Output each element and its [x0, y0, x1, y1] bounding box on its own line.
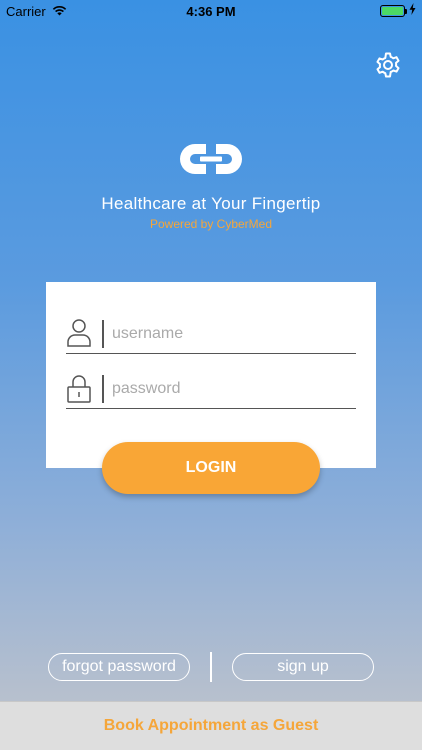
tagline: Healthcare at Your Fingertip — [101, 194, 321, 213]
app-logo — [178, 140, 244, 178]
password-field — [66, 357, 356, 409]
username-field — [66, 302, 356, 354]
link-logo-icon — [180, 144, 242, 174]
footer-divider — [210, 652, 212, 682]
battery-fill — [382, 6, 403, 15]
field-divider — [102, 375, 104, 403]
book-as-guest-button[interactable]: Book Appointment as Guest — [0, 701, 422, 750]
lock-icon — [66, 373, 92, 403]
login-card — [46, 282, 376, 468]
status-time: 4:36 PM — [186, 4, 236, 19]
gear-icon — [376, 52, 400, 78]
charging-bolt-icon — [409, 3, 416, 18]
password-input[interactable] — [112, 377, 348, 401]
username-input[interactable] — [112, 322, 348, 346]
login-button[interactable]: LOGIN — [102, 442, 320, 494]
battery-icon — [380, 4, 407, 17]
powered-by-label: Powered by CyberMed — [149, 217, 273, 231]
status-right — [380, 3, 416, 18]
user-icon — [66, 318, 92, 348]
book-as-guest-label: Book Appointment as Guest — [103, 717, 319, 734]
settings-button[interactable] — [374, 51, 402, 79]
sign-up-button[interactable]: sign up — [232, 653, 374, 681]
status-bar: Carrier 4:36 PM — [0, 0, 422, 22]
field-divider — [102, 320, 104, 348]
forgot-password-button[interactable]: forgot password — [48, 653, 190, 681]
